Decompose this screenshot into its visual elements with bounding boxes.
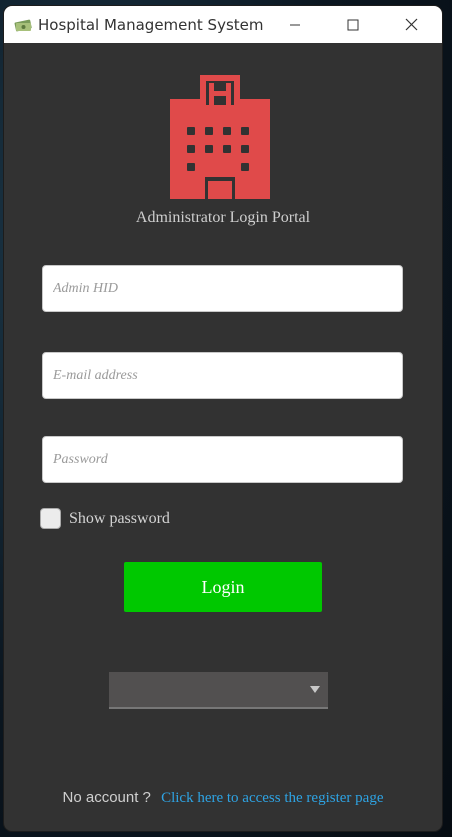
window-title: Hospital Management System (38, 16, 264, 34)
no-account-text: No account ? (62, 789, 151, 806)
portal-subtitle: Administrator Login Portal (135, 209, 311, 226)
login-button[interactable]: Login (124, 562, 322, 612)
maximize-button[interactable] (324, 6, 382, 43)
email-input[interactable] (43, 353, 402, 398)
email-field[interactable] (42, 352, 403, 399)
admin-hid-input[interactable] (43, 266, 402, 311)
register-prompt: No account ? Click here to access the re… (4, 789, 442, 807)
minimize-icon (290, 24, 300, 25)
close-button[interactable] (382, 6, 440, 43)
register-link[interactable]: Click here to access the register page (161, 790, 383, 806)
show-password-label[interactable]: Show password (69, 510, 170, 528)
password-input[interactable] (43, 437, 402, 482)
dropdown-arrow-icon[interactable] (310, 686, 320, 693)
close-icon (405, 18, 417, 31)
password-field[interactable] (42, 436, 403, 483)
money-stack-icon (14, 19, 32, 32)
hospital-building-icon (170, 75, 270, 199)
minimize-button[interactable] (266, 6, 324, 43)
role-dropdown[interactable] (109, 672, 328, 709)
admin-hid-field[interactable] (42, 265, 403, 312)
title-bar[interactable]: Hospital Management System (4, 6, 442, 43)
maximize-icon (347, 19, 359, 30)
show-password-checkbox[interactable] (40, 508, 61, 529)
login-window: Hospital Management System Administrator… (4, 6, 442, 831)
